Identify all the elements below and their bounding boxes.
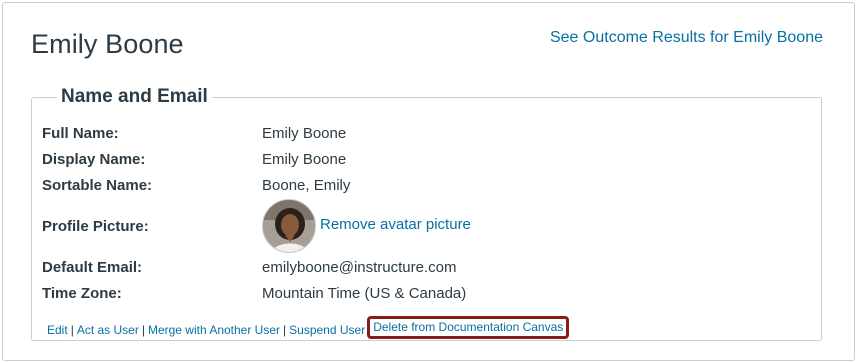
display-name-value: Emily Boone: [262, 151, 347, 168]
separator: |: [141, 323, 145, 337]
page-title: Emily Boone: [31, 29, 184, 59]
full-name-value: Emily Boone: [262, 125, 347, 142]
remove-avatar-link[interactable]: Remove avatar picture: [320, 216, 471, 233]
merge-user-link[interactable]: Merge with Another User: [148, 323, 280, 337]
default-email-label: Default Email:: [42, 259, 143, 276]
time-zone-value: Mountain Time (US & Canada): [262, 285, 467, 302]
separator: |: [283, 323, 287, 337]
edit-link[interactable]: Edit: [47, 323, 68, 337]
full-name-label: Full Name:: [42, 125, 119, 142]
user-actions-bar: Edit | Act as User | Merge with Another User…: [47, 316, 570, 342]
suspend-user-link[interactable]: Suspend User: [289, 323, 365, 337]
profile-picture-label: Profile Picture:: [42, 218, 149, 235]
act-as-user-link[interactable]: Act as User: [77, 323, 139, 337]
name-email-fieldset: Name and Email: [31, 86, 822, 341]
delete-user-link[interactable]: Delete from Documentation Canvas: [373, 320, 563, 334]
display-name-label: Display Name:: [42, 151, 146, 168]
sortable-name-label: Sortable Name:: [42, 177, 153, 194]
separator: |: [70, 323, 74, 337]
time-zone-label: Time Zone:: [42, 285, 122, 302]
default-email-value: emilyboone@instructure.com: [262, 259, 457, 276]
name-email-legend: Name and Email: [61, 86, 208, 107]
outcome-results-link[interactable]: See Outcome Results for Emily Boone: [550, 29, 823, 47]
avatar-photo: [263, 200, 315, 252]
avatar: [262, 199, 316, 253]
delete-highlight-box: Delete from Documentation Canvas: [367, 316, 570, 339]
sortable-name-value: Boone, Emily: [262, 177, 351, 194]
